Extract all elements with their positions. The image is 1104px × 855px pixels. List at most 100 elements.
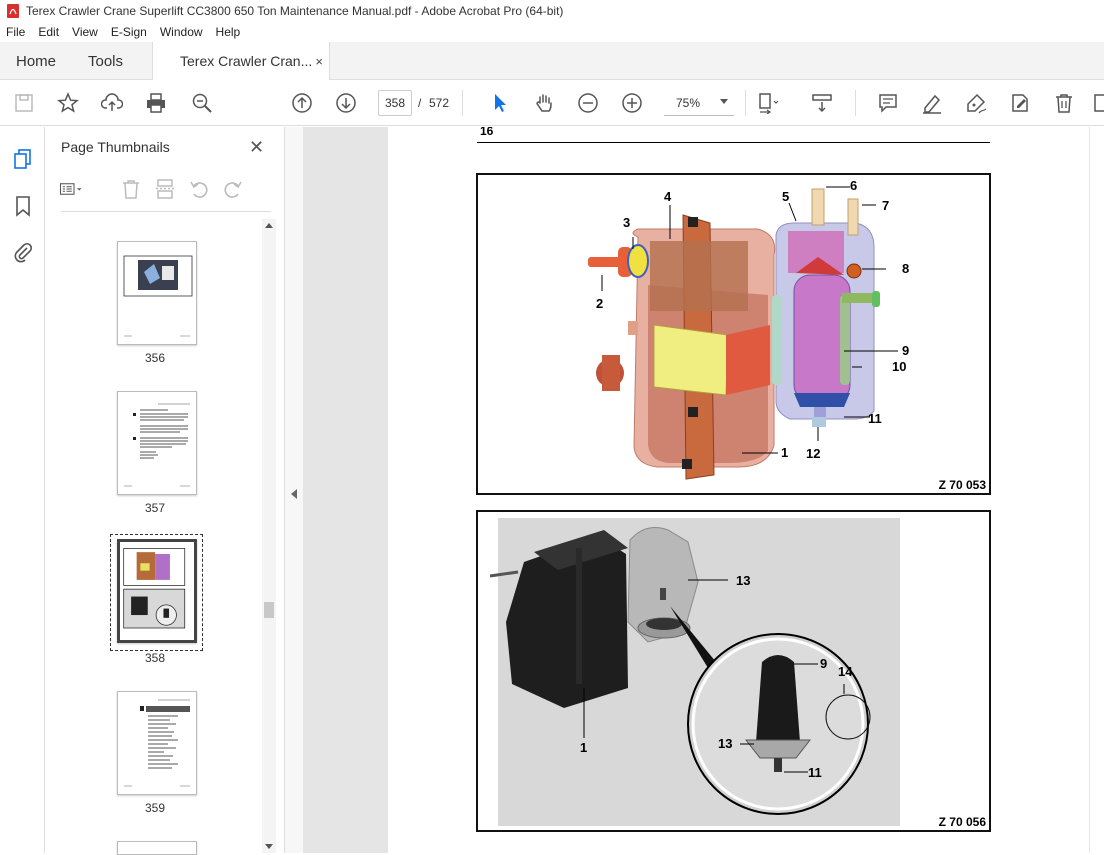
pdf-page: 16 1 2 3 4 5 6 7 8 9 10 11 12 Z 70 053 1…	[388, 127, 1089, 853]
title-bar: Terex Crawler Crane Superlift CC3800 650…	[0, 0, 1104, 22]
fuel-filter-photo	[489, 527, 871, 815]
toolbar-divider	[855, 90, 856, 116]
bookmark-star-icon[interactable]	[56, 91, 80, 115]
zoom-search-icon[interactable]	[190, 91, 214, 115]
callout-label: 6	[850, 178, 858, 193]
zoom-out-icon[interactable]	[576, 91, 600, 115]
callout-label: 12	[806, 446, 821, 461]
thumbnail-page-359[interactable]	[117, 691, 197, 795]
menu-help[interactable]: Help	[216, 25, 241, 39]
main-toolbar	[0, 80, 1104, 126]
document-scrollbar[interactable]	[1090, 127, 1104, 853]
tab-bar: Home Tools Terex Crawler Cran... ×	[0, 42, 1104, 80]
panel-splitter[interactable]	[285, 127, 303, 853]
rotate-right-icon[interactable]	[221, 177, 245, 201]
comment-icon[interactable]	[876, 91, 900, 115]
callout-label: 10	[892, 359, 907, 374]
page-thumbnails-panel: Page Thumbnails ✕ 356 357 358 359	[45, 127, 285, 855]
callout-label: 11	[808, 765, 822, 780]
panel-divider	[61, 211, 271, 212]
scroll-down-icon[interactable]	[265, 844, 273, 849]
save-icon[interactable]	[12, 91, 36, 115]
menu-bar: File Edit View E-Sign Window Help	[0, 22, 1104, 42]
delete-trash-icon[interactable]	[1052, 91, 1076, 115]
sign-pen-icon[interactable]	[964, 91, 988, 115]
tab-document[interactable]: Terex Crawler Cran... ×	[152, 42, 330, 80]
menu-file[interactable]: File	[6, 25, 25, 39]
rotate-left-icon[interactable]	[187, 177, 211, 201]
thumbnail-page-358[interactable]	[117, 539, 197, 643]
zoom-dropdown[interactable]: 75%	[664, 90, 734, 116]
callout-label: 8	[902, 261, 910, 276]
upload-cloud-icon[interactable]	[100, 91, 124, 115]
tab-home[interactable]: Home	[16, 42, 56, 80]
callout-label: 14	[838, 664, 853, 679]
figure-caption: Z 70 056	[938, 815, 986, 829]
header-rule	[477, 142, 990, 143]
callout-label: 1	[781, 445, 789, 460]
callout-label: 13	[736, 573, 751, 588]
callout-label: 11	[868, 411, 882, 426]
page-fit-icon[interactable]	[756, 91, 780, 115]
attachment-icon[interactable]	[11, 240, 35, 264]
callout-label: 5	[782, 189, 790, 204]
callout-label: 3	[623, 215, 631, 230]
print-icon[interactable]	[144, 91, 168, 115]
edit-pdf-icon[interactable]	[1008, 91, 1032, 115]
document-viewer[interactable]: 16 1 2 3 4 5 6 7 8 9 10 11 12 Z 70 053 1…	[303, 127, 1104, 853]
callout-label: 4	[664, 189, 672, 204]
page-number-input[interactable]: 358	[378, 90, 412, 116]
menu-view[interactable]: View	[72, 25, 98, 39]
scroll-thumb[interactable]	[264, 602, 274, 618]
figure-fuel-filter-photo: 1 13 9 14 13 11 Z 70 056	[476, 510, 991, 832]
callout-label: 9	[820, 656, 828, 671]
callout-label: 7	[882, 198, 890, 213]
callout-label: 13	[718, 736, 733, 751]
thumbnail-label: 358	[144, 651, 166, 665]
tab-close-button[interactable]: ×	[315, 54, 323, 69]
toolbar-divider	[462, 90, 463, 116]
menu-edit[interactable]: Edit	[38, 25, 59, 39]
extract-page-icon[interactable]	[153, 177, 177, 201]
window-title: Terex Crawler Crane Superlift CC3800 650…	[26, 4, 564, 18]
highlight-pen-icon[interactable]	[920, 91, 944, 115]
collapse-panel-icon[interactable]	[291, 489, 297, 499]
scroll-mode-icon[interactable]	[810, 91, 834, 115]
panel-toolbar	[59, 177, 269, 203]
menu-esign[interactable]: E-Sign	[111, 25, 147, 39]
thumbnail-options-icon[interactable]	[59, 177, 83, 201]
tab-document-label: Terex Crawler Cran...	[180, 53, 313, 69]
thumbnail-label: 359	[144, 801, 166, 815]
callout-label: 1	[580, 740, 588, 755]
chevron-down-icon	[720, 99, 728, 104]
tab-tools[interactable]: Tools	[88, 42, 123, 80]
delete-page-icon[interactable]	[119, 177, 143, 201]
panel-title: Page Thumbnails	[61, 139, 170, 155]
previous-page-icon[interactable]	[290, 91, 314, 115]
zoom-in-icon[interactable]	[620, 91, 644, 115]
thumbnail-label: 357	[144, 501, 166, 515]
page-header-number: 16	[480, 127, 494, 138]
bookmark-icon[interactable]	[11, 194, 35, 218]
menu-window[interactable]: Window	[160, 25, 203, 39]
left-rail	[0, 127, 45, 853]
fuel-filter-illustration	[588, 186, 898, 480]
thumbnail-label: 356	[144, 351, 166, 365]
thumbnail-page-357[interactable]	[117, 391, 197, 495]
thumbnail-page-356[interactable]	[117, 241, 197, 345]
figure-fuel-filter-diagram: 1 2 3 4 5 6 7 8 9 10 11 12 Z 70 053	[476, 173, 991, 495]
next-page-icon[interactable]	[334, 91, 358, 115]
select-cursor-icon[interactable]	[488, 91, 512, 115]
callout-label: 9	[902, 343, 910, 358]
panel-close-icon[interactable]: ✕	[249, 137, 264, 158]
figure-caption: Z 70 053	[938, 478, 986, 492]
page-thumbnails-icon[interactable]	[11, 147, 35, 171]
hand-tool-icon[interactable]	[532, 91, 556, 115]
toolbar-divider	[745, 90, 746, 116]
acrobat-pdf-icon	[7, 4, 19, 18]
zoom-value: 75%	[676, 95, 701, 110]
scroll-up-icon[interactable]	[265, 223, 273, 228]
more-tools-icon[interactable]	[1092, 91, 1104, 115]
thumbnail-scrollbar[interactable]	[262, 219, 276, 853]
page-separator: /	[418, 96, 422, 110]
